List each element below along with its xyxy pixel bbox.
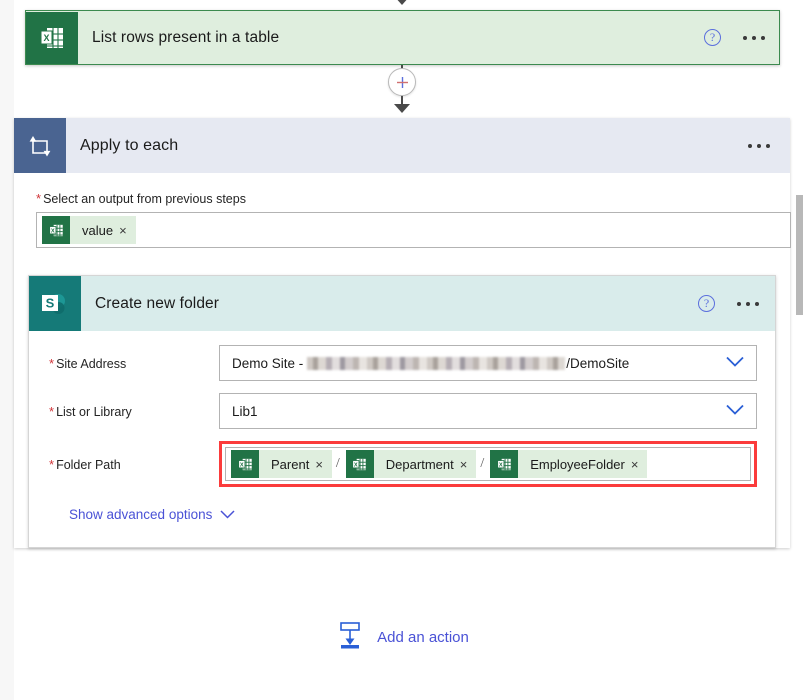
site-address-label: * Site Address [49, 356, 219, 371]
card-header-actions: ? [698, 276, 759, 331]
insert-new-step-button[interactable] [388, 68, 416, 96]
token-label: Department [385, 456, 454, 472]
excel-icon: X [26, 11, 78, 64]
list-or-library-label-text: List or Library [56, 404, 132, 419]
site-address-value-prefix: Demo Site - [232, 355, 304, 371]
connector-arrow-top [394, 0, 410, 5]
folder-path-label-text: Folder Path [56, 457, 121, 472]
token-chip-employeefolder[interactable]: X EmployeeFolder × [490, 450, 648, 478]
svg-text:S: S [46, 295, 55, 310]
required-marker: * [49, 456, 55, 472]
list-or-library-label: * List or Library [49, 404, 219, 419]
token-label: value [82, 222, 114, 238]
ellipsis-icon[interactable] [743, 35, 765, 40]
site-address-value-suffix: /DemoSite [566, 355, 630, 371]
add-an-action-button[interactable]: Add an action [0, 620, 804, 655]
chevron-down-icon [220, 507, 235, 522]
scrollbar-thumb[interactable] [796, 195, 803, 315]
site-address-control: Demo Site - /DemoSite [219, 345, 757, 381]
folder-path-highlight-annotation: X Parent × / X Department × / X Employee… [219, 441, 757, 487]
loop-output-label: * Select an output from previous steps [36, 191, 768, 206]
excel-icon: X [345, 450, 374, 478]
list-or-library-dropdown[interactable]: Lib1 [219, 393, 757, 429]
sharepoint-icon: S [29, 276, 81, 331]
token-chip-department[interactable]: X Department × [345, 450, 477, 478]
card-title: Create new folder [95, 294, 220, 312]
create-folder-body: * Site Address Demo Site - /DemoSite * L… [29, 331, 775, 524]
field-row-site-address: * Site Address Demo Site - /DemoSite [49, 345, 757, 381]
excel-icon: X [490, 450, 519, 478]
loop-icon [14, 118, 66, 173]
required-marker: * [36, 191, 42, 206]
token-chip-parent[interactable]: X Parent × [231, 450, 332, 478]
show-advanced-options-link[interactable]: Show advanced options [69, 507, 235, 522]
card-title: Apply to each [80, 136, 179, 154]
list-or-library-control: Lib1 [219, 393, 757, 429]
help-icon[interactable]: ? [698, 295, 715, 312]
site-address-label-text: Site Address [56, 356, 127, 371]
help-icon[interactable]: ? [704, 29, 721, 46]
add-an-action-label: Add an action [377, 629, 469, 646]
vertical-scrollbar[interactable] [794, 0, 804, 700]
field-row-list-or-library: * List or Library Lib1 [49, 393, 757, 429]
path-separator: / [480, 456, 485, 471]
canvas-right-gutter [794, 0, 804, 700]
action-card-create-new-folder[interactable]: S Create new folder ? * Site Address Dem… [28, 275, 776, 548]
loop-output-label-text: Select an output from previous steps [43, 192, 246, 206]
ellipsis-icon[interactable] [737, 301, 759, 306]
card-title: List rows present in a table [92, 28, 280, 46]
show-advanced-options-label: Show advanced options [69, 507, 213, 522]
list-or-library-value: Lib1 [232, 403, 258, 419]
chevron-down-icon[interactable] [726, 356, 744, 371]
folder-path-label: * Folder Path [49, 457, 219, 472]
token-remove-icon[interactable]: × [315, 458, 332, 471]
card-header: S Create new folder ? [29, 276, 775, 331]
add-step-icon [335, 620, 365, 655]
flow-designer-canvas: X List rows present in a table ? Apply t… [0, 0, 804, 700]
site-address-dropdown[interactable]: Demo Site - /DemoSite [219, 345, 757, 381]
connector-arrow-to-loop [394, 104, 410, 113]
excel-icon: X [231, 450, 259, 478]
canvas-left-gutter [0, 0, 14, 700]
folder-path-input[interactable]: X Parent × / X Department × / X Employee… [225, 447, 751, 481]
token-remove-icon[interactable]: × [119, 224, 136, 237]
svg-text:X: X [50, 228, 54, 234]
chevron-down-icon[interactable] [726, 404, 744, 419]
card-header-actions: ? [704, 11, 765, 64]
token-chip-value[interactable]: X value × [42, 216, 136, 244]
folder-path-control: X Parent × / X Department × / X Employee… [219, 441, 757, 487]
svg-text:X: X [354, 462, 358, 468]
svg-text:X: X [239, 462, 243, 468]
redacted-url-blur [307, 357, 566, 370]
ellipsis-icon[interactable] [748, 143, 770, 148]
action-card-list-rows[interactable]: X List rows present in a table ? [25, 10, 780, 65]
required-marker: * [49, 403, 55, 419]
token-label: Parent [271, 456, 310, 472]
card-header: Apply to each [14, 118, 790, 173]
path-separator: / [335, 456, 340, 471]
svg-text:X: X [43, 33, 49, 43]
token-label: EmployeeFolder [530, 456, 625, 472]
token-remove-icon[interactable]: × [460, 458, 477, 471]
card-header: X List rows present in a table ? [26, 11, 779, 64]
field-row-folder-path: * Folder Path X Parent × / X Department … [49, 441, 757, 487]
card-header-actions [748, 118, 770, 173]
loop-output-input[interactable]: X value × [36, 212, 791, 248]
apply-to-each-body: * Select an output from previous steps X… [14, 173, 791, 248]
required-marker: * [49, 355, 55, 371]
token-remove-icon[interactable]: × [631, 458, 648, 471]
excel-icon: X [42, 216, 70, 244]
svg-text:X: X [499, 462, 503, 468]
